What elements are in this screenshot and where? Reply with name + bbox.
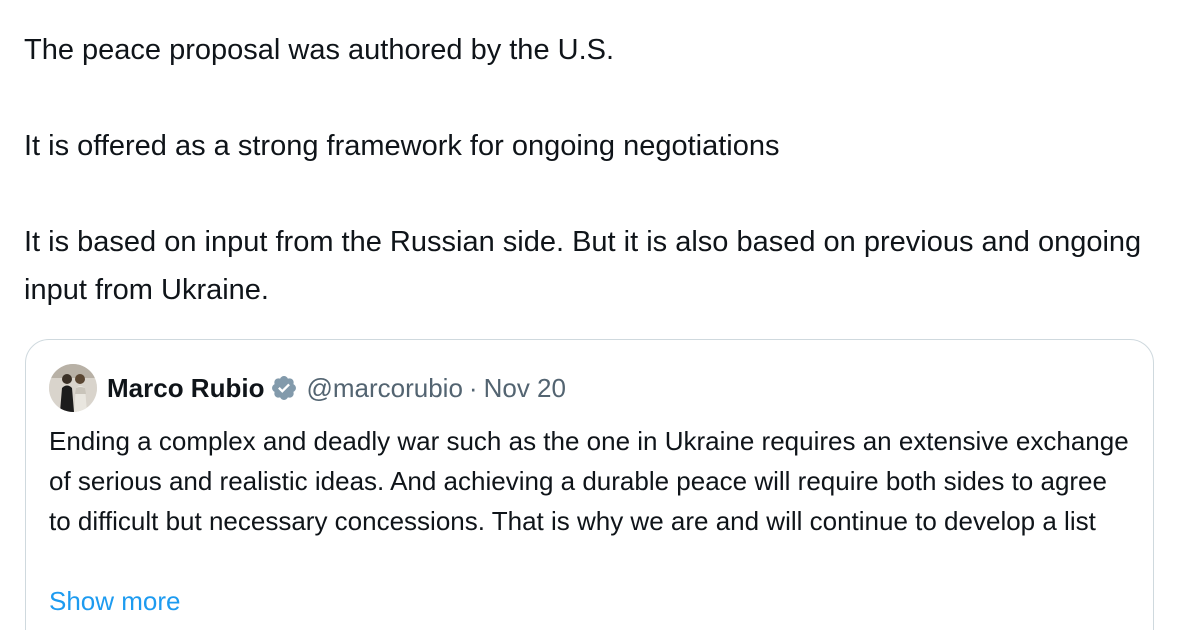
separator-dot: · — [468, 372, 478, 403]
quoted-tweet-header: Marco Rubio @marcorubio · Nov 20 — [49, 364, 566, 412]
quoted-tweet-body: Ending a complex and deadly war such as … — [49, 426, 1129, 536]
quoted-tweet-card[interactable]: Marco Rubio @marcorubio · Nov 20 Ending … — [25, 339, 1154, 630]
show-more-link[interactable]: Show more — [49, 581, 181, 621]
tweet-text: The peace proposal was authored by the U… — [24, 26, 1154, 314]
avatar[interactable] — [49, 364, 97, 412]
tweet-paragraph-3: It is based on input from the Russian si… — [24, 226, 1142, 306]
author-handle[interactable]: @marcorubio — [306, 373, 462, 404]
avatar-image — [49, 364, 97, 412]
tweet-paragraph-2: It is offered as a strong framework for … — [24, 130, 780, 162]
tweet-date[interactable]: Nov 20 — [484, 373, 566, 404]
verified-badge-icon — [270, 374, 298, 402]
author-name[interactable]: Marco Rubio — [107, 373, 264, 404]
tweet-paragraph-1: The peace proposal was authored by the U… — [24, 34, 615, 66]
